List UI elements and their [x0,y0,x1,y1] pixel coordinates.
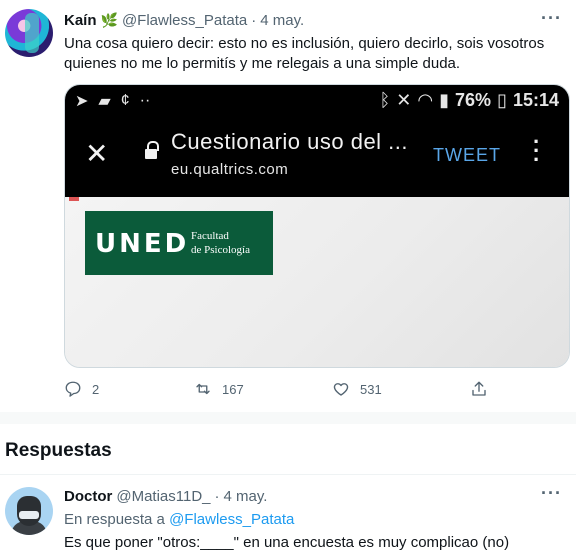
reply-text: Es que poner "otros:____" en una encuest… [64,534,510,551]
mute-icon: ✕ [396,90,412,110]
clock: 15:14 [512,90,559,110]
reply-context: En respuesta a @Flawless_Patata [64,511,294,528]
retweet-button[interactable]: 167 [194,380,244,398]
browser-url-bar: ✕ Cuestionario uso del ... eu.qualtrics.… [65,117,569,197]
tweet-date[interactable]: 4 may. [260,12,304,29]
page-title: Cuestionario uso del ... [171,129,409,154]
status-right: ᛒ ✕ ◠ ▮ 76% ▯ 15:14 [379,90,559,111]
send-icon: ➤ [75,93,89,110]
reply-avatar[interactable] [5,487,53,535]
share-button[interactable] [470,380,488,398]
reply-date[interactable]: 4 may. [224,488,268,505]
leaf-icon: 🌿 [100,12,118,28]
reply-count: 2 [92,381,100,397]
reply-header: Doctor @Matias11D_ · 4 may. [64,488,267,505]
tweet[interactable]: Kaín 🌿 @Flawless_Patata · 4 may. ··· Una… [0,0,576,412]
faculty-label: Facultad de Psicología [191,229,250,257]
dollar-icon: ¢ [120,92,130,109]
kebab-menu-icon: · · · [533,129,541,172]
battery-level: 76% [455,90,492,110]
reply-author-handle[interactable]: @Matias11D_ [116,488,210,505]
faculty-line1: Facultad [191,230,229,242]
avatar[interactable] [5,9,53,57]
reply-to-link[interactable]: @Flawless_Patata [169,511,294,528]
section-separator [0,412,576,424]
tweet-share-button: TWEET [433,145,501,165]
reply-more-horizontal-icon[interactable]: ··· [541,483,562,504]
reply-tweet[interactable]: Doctor @Matias11D_ · 4 may. ··· En respu… [0,475,576,560]
uned-wordmark: UNED [95,229,190,259]
retweet-icon [196,383,210,395]
uned-logo: UNED Facultad de Psicología [85,211,273,275]
reply-icon [65,381,81,397]
close-icon: ✕ [85,138,109,169]
tweet-header: Kaín 🌿 @Flawless_Patata · 4 may. [64,12,304,29]
reply-author-name[interactable]: Doctor [64,488,112,505]
faculty-line2: de Psicología [191,244,250,256]
dot-separator: · [251,12,257,29]
battery-icon: ▯ [497,90,507,110]
author-handle[interactable]: @Flawless_Patata [122,12,247,29]
avatar-mask [19,511,39,519]
reply-prefix: En respuesta a [64,511,165,528]
share-icon [472,381,486,396]
bluetooth-icon: ᛒ [379,90,391,110]
retweet-count: 167 [222,381,244,397]
folder-icon: ▰ [98,93,111,110]
author-name[interactable]: Kaín [64,12,97,29]
page-url: eu.qualtrics.com [171,161,289,178]
reply-dot-separator: · [214,488,220,505]
signal-icon: ▮ [439,90,450,110]
like-count: 531 [360,381,382,397]
tweet-actions: 2 167 531 [64,380,504,404]
wifi-icon: ◠ [417,90,434,110]
red-marker [69,197,79,201]
dots-icon: ·· [139,92,151,109]
reply-button[interactable]: 2 [64,380,99,398]
webpage-content: UNED Facultad de Psicología [65,197,569,367]
tweet-media-image[interactable]: ➤ ▰ ¢ ·· ᛒ ✕ ◠ ▮ 76% ▯ 15:14 ✕ Cuestiona… [64,84,570,368]
heart-icon [333,383,349,396]
replies-heading: Respuestas [5,440,112,461]
phone-status-bar: ➤ ▰ ¢ ·· ᛒ ✕ ◠ ▮ 76% ▯ 15:14 [65,85,569,117]
more-horizontal-icon[interactable]: ··· [541,8,562,29]
tweet-text: Una cosa quiero decir: esto no es inclus… [64,35,545,72]
like-button[interactable]: 531 [332,380,382,398]
lock-icon [145,141,159,161]
status-left-icons: ➤ ▰ ¢ ·· [75,91,150,111]
